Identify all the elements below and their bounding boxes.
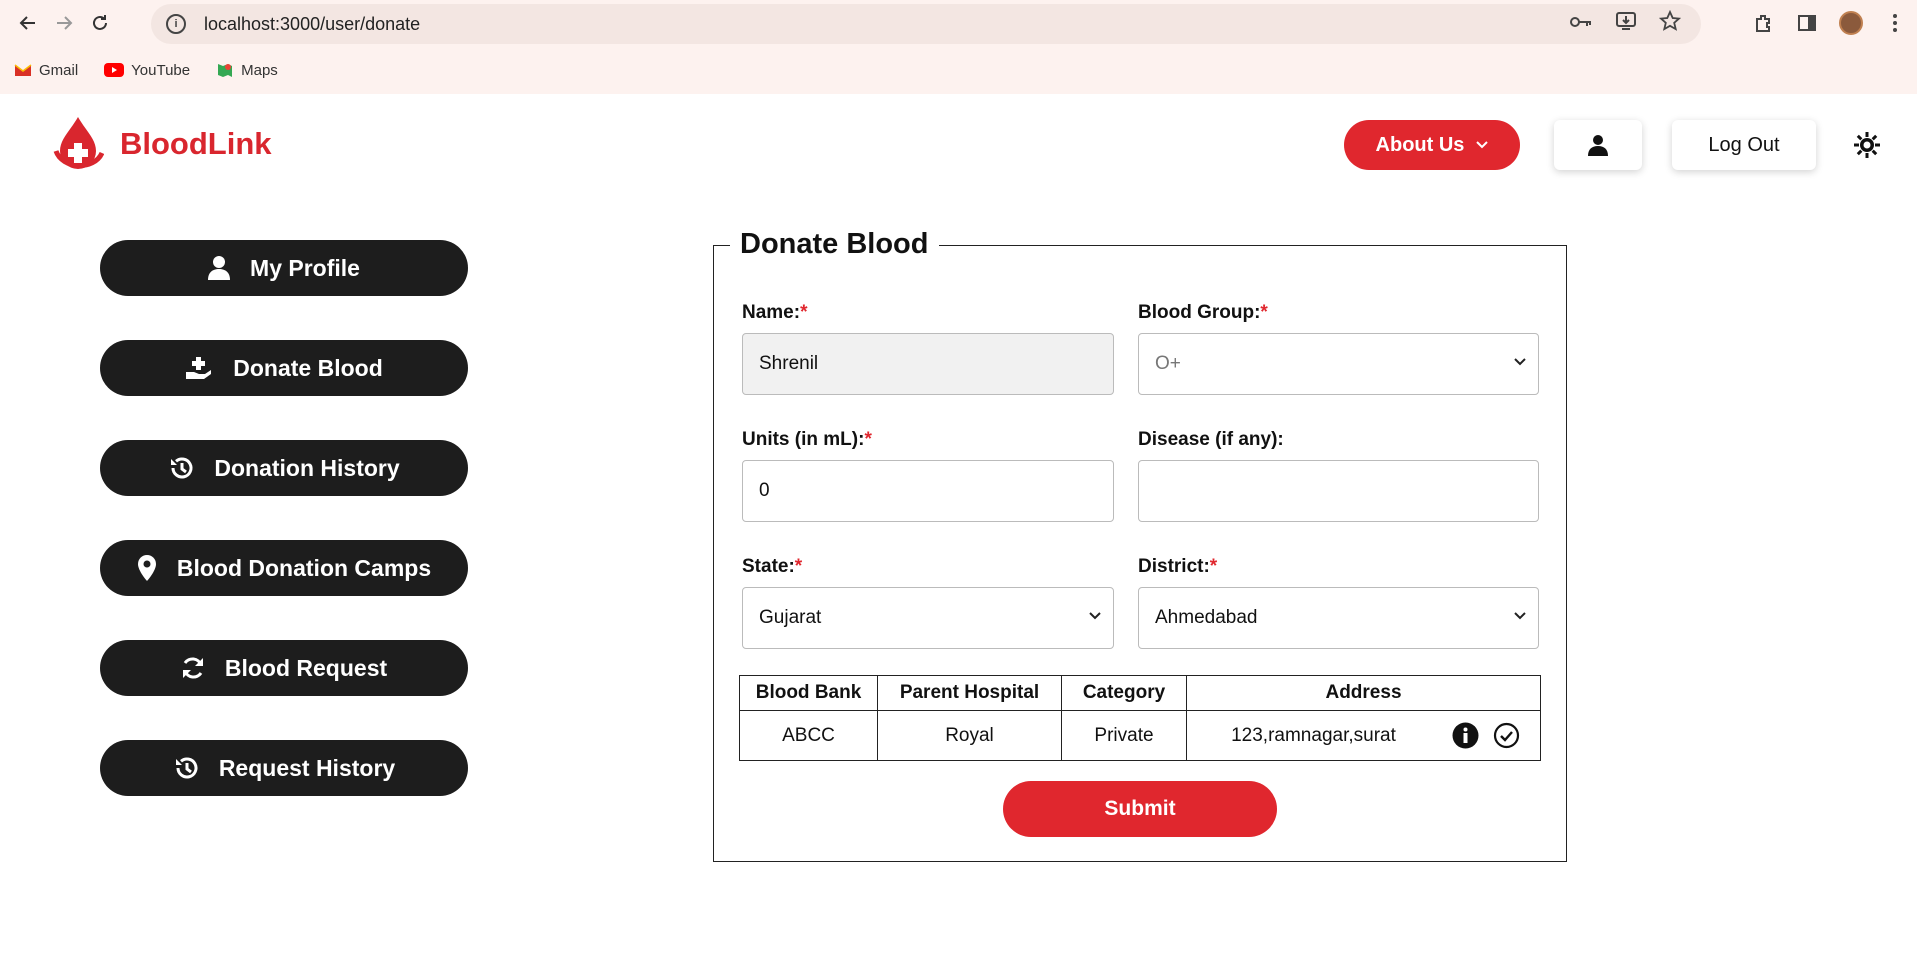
state-label: State:* [742, 556, 803, 577]
menu-kebab-icon[interactable] [1873, 0, 1917, 46]
hospital-cell: Royal [877, 710, 1062, 761]
sidebar-item-donate-blood[interactable]: Donate Blood [100, 340, 468, 396]
bookmark-gmail[interactable]: Gmail [14, 62, 78, 79]
refresh-icon [182, 657, 203, 679]
name-label: Name:* [742, 302, 808, 323]
column-header: Category [1061, 675, 1187, 711]
user-icon [208, 256, 231, 280]
hand-plus-icon [186, 357, 212, 379]
info-icon[interactable] [1452, 722, 1479, 749]
column-header: Address [1186, 675, 1541, 711]
blood-group-label: Blood Group:* [1138, 302, 1268, 323]
bookmark-label: Maps [241, 61, 278, 79]
blood-drop-icon [53, 117, 104, 169]
address-text: 123,ramnagar,surat [1231, 724, 1396, 746]
brand-logo[interactable]: BloodLink [52, 115, 272, 173]
blood-group-select[interactable]: O+ [1138, 333, 1539, 395]
star-icon[interactable] [1658, 9, 1682, 38]
bookmark-label: YouTube [131, 61, 191, 79]
sidepanel-icon[interactable] [1785, 0, 1829, 46]
submit-button[interactable]: Submit [1003, 781, 1277, 837]
sidebar: My Profile Donate Blood Donation History… [100, 240, 468, 840]
logout-button[interactable]: Log Out [1672, 120, 1816, 170]
sidebar-item-blood-request[interactable]: Blood Request [100, 640, 468, 696]
about-us-label: About Us [1375, 133, 1465, 156]
map-pin-icon [137, 555, 156, 581]
about-us-button[interactable]: About Us [1344, 120, 1520, 170]
sidebar-item-label: Donate Blood [233, 354, 383, 381]
history-icon [175, 757, 198, 779]
bookmark-label: Gmail [39, 61, 79, 79]
category-cell: Private [1061, 710, 1187, 761]
bookmark-maps[interactable]: Maps [216, 61, 278, 79]
profile-avatar[interactable] [1829, 0, 1873, 46]
youtube-icon [104, 63, 125, 77]
chevron-down-icon [1089, 612, 1101, 620]
sidebar-item-label: My Profile [250, 254, 360, 281]
table-row: ABCC Royal Private 123,ramnagar,surat [739, 710, 1541, 761]
back-icon[interactable] [10, 5, 46, 41]
key-icon[interactable] [1569, 13, 1593, 36]
address-bar[interactable]: i localhost:3000/user/donate [151, 4, 1701, 44]
address-cell: 123,ramnagar,surat [1186, 710, 1541, 761]
donate-form: Donate Blood Name:* Shrenil Blood Group:… [713, 228, 1567, 862]
sidebar-item-donation-history[interactable]: Donation History [100, 440, 468, 496]
table-header-row: Blood Bank Parent Hospital Category Addr… [739, 675, 1541, 711]
gmail-icon [14, 64, 32, 76]
browser-toolbar: i localhost:3000/user/donate [0, 0, 1917, 46]
sidebar-item-label: Blood Request [224, 654, 388, 681]
sidebar-item-label: Blood Donation Camps [176, 554, 432, 581]
sidebar-item-my-profile[interactable]: My Profile [100, 240, 468, 296]
disease-label: Disease (if any): [1138, 429, 1284, 450]
chevron-down-icon [1514, 612, 1526, 620]
user-profile-button[interactable] [1554, 120, 1642, 170]
column-header: Blood Bank [739, 675, 878, 711]
forward-icon[interactable] [46, 5, 82, 41]
chevron-down-icon [1476, 141, 1489, 149]
extensions-icon[interactable] [1741, 0, 1785, 46]
district-label: District:* [1138, 556, 1218, 577]
form-title: Donate Blood [730, 228, 939, 261]
brand-name: BloodLink [120, 126, 272, 161]
site-info-icon[interactable]: i [166, 14, 186, 34]
sidebar-item-label: Donation History [214, 454, 400, 481]
user-icon [1588, 135, 1608, 156]
install-icon[interactable] [1615, 11, 1637, 37]
url-text[interactable]: localhost:3000/user/donate [204, 14, 420, 35]
sidebar-item-label: Request History [218, 754, 396, 781]
chevron-down-icon [1514, 358, 1526, 366]
bank-cell: ABCC [739, 710, 878, 761]
district-select[interactable]: Ahmedabad [1138, 587, 1539, 649]
state-select[interactable]: Gujarat [742, 587, 1114, 649]
blood-bank-table: Blood Bank Parent Hospital Category Addr… [739, 675, 1541, 761]
units-label: Units (in mL):* [742, 429, 872, 450]
reload-icon[interactable] [82, 5, 118, 41]
units-field[interactable]: 0 [742, 460, 1114, 522]
check-circle-icon[interactable] [1493, 722, 1520, 749]
app-header: BloodLink About Us Log Out [0, 94, 1917, 198]
history-icon [171, 457, 193, 479]
name-field[interactable]: Shrenil [742, 333, 1114, 395]
sidebar-item-request-history[interactable]: Request History [100, 740, 468, 796]
bookmarks-bar: Gmail YouTube Maps [0, 46, 1917, 94]
sidebar-item-blood-donation-camps[interactable]: Blood Donation Camps [100, 540, 468, 596]
column-header: Parent Hospital [877, 675, 1062, 711]
theme-toggle-icon[interactable] [1852, 130, 1882, 160]
bookmark-youtube[interactable]: YouTube [104, 62, 190, 79]
maps-icon [218, 64, 233, 77]
disease-field[interactable] [1138, 460, 1539, 522]
